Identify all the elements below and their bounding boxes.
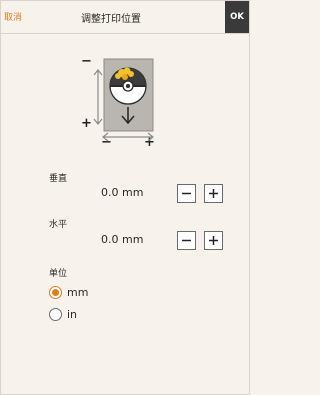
preview-graphic xyxy=(93,58,154,142)
unit-option-label: mm xyxy=(67,285,89,299)
plus-icon xyxy=(209,236,218,245)
unit-option-mm[interactable]: mm xyxy=(49,284,88,300)
horizontal-minus-button[interactable] xyxy=(177,231,196,250)
minus-icon xyxy=(182,192,191,195)
radio-selected-icon[interactable] xyxy=(49,285,62,299)
vertical-plus-button[interactable] xyxy=(204,184,223,203)
unit-option-label: in xyxy=(67,307,78,321)
vertical-value: 0.0 mm xyxy=(101,186,144,199)
sample-image-icon xyxy=(109,67,147,105)
unit-label: 单位 xyxy=(49,269,68,279)
plus-icon xyxy=(209,189,218,198)
horizontal-value: 0.0 mm xyxy=(101,233,144,246)
vertical-label: 垂直 xyxy=(49,174,68,184)
vertical-minus-button[interactable] xyxy=(177,184,196,203)
horizontal-arrow-icon xyxy=(102,132,154,142)
horizontal-label: 水平 xyxy=(49,220,68,230)
unit-option-in[interactable]: in xyxy=(49,306,77,322)
horizontal-plus-button[interactable] xyxy=(204,231,223,250)
radio-unselected-icon[interactable] xyxy=(49,307,62,321)
minus-icon xyxy=(182,239,191,242)
vertical-arrow-icon xyxy=(93,69,103,125)
